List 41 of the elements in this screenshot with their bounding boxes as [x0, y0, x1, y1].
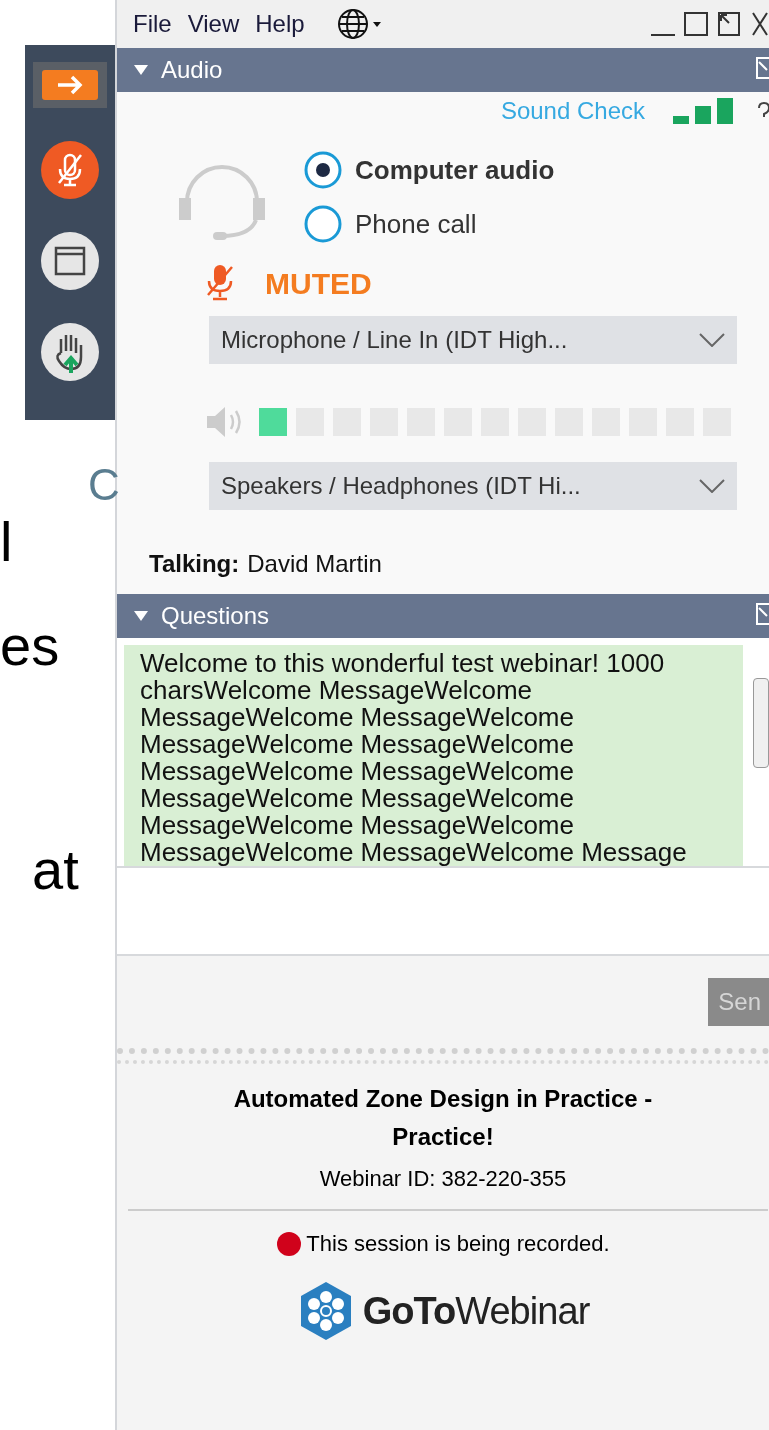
radio-option[interactable]: Phone call — [303, 204, 555, 244]
signal-bars-icon — [673, 98, 735, 124]
section-header[interactable]: Audio — [117, 48, 769, 92]
window-button[interactable] — [41, 232, 99, 290]
talking-name: David Martin — [247, 549, 382, 579]
section-title: Audio — [161, 55, 223, 85]
device-dropdown[interactable]: Speakers / Headphones (IDT Hi... — [209, 462, 737, 510]
chevron-down-icon — [699, 333, 725, 347]
menu-item[interactable]: View — [187, 6, 240, 42]
device-dropdown[interactable]: Microphone / Line In (IDT High... — [209, 316, 737, 364]
window-controls-icon[interactable] — [649, 9, 769, 39]
collapse-icon[interactable] — [133, 64, 149, 76]
logo-text: GoToWebinar — [362, 1288, 590, 1334]
slide-text: l — [0, 510, 14, 574]
globe-icon[interactable] — [336, 8, 383, 40]
muted-mic-icon — [205, 263, 235, 303]
message-bubble: Welcome to this wonderful test webinar! 1000 charsWelcome MessageWelcome MessageWelcome MessageWelcome MessageWelcome MessageWelcome MessageWelcome MessageWelcome MessageWelcome MessageWelcome MessageWelcome MessageWelcome MessageWelcome MessageWelcome Message — [124, 645, 744, 866]
menu-item[interactable]: File — [133, 6, 172, 42]
expand-button[interactable] — [33, 62, 107, 108]
section-header[interactable]: Questions — [117, 594, 769, 638]
question-input[interactable] — [117, 866, 769, 956]
radio-button[interactable] — [303, 204, 343, 244]
slide-text: es — [0, 614, 61, 678]
menu-item[interactable]: Help — [255, 6, 305, 42]
section-title: Questions — [161, 601, 270, 631]
mute-status: MUTED — [265, 265, 372, 302]
collapse-icon[interactable] — [133, 610, 149, 622]
webinar-title: Automated Zone Design in Practice - Practice! — [232, 1084, 654, 1152]
muted-mic-button[interactable] — [41, 141, 99, 199]
scrollbar[interactable] — [753, 678, 769, 768]
slide-text: at — [32, 838, 80, 902]
splitter-handle[interactable] — [117, 1048, 769, 1064]
radio-option[interactable]: Computer audio — [303, 150, 555, 190]
chevron-down-icon — [699, 479, 725, 493]
talking-label: Talking: — [149, 549, 240, 579]
raise-hand-button[interactable] — [41, 323, 99, 381]
popout-icon[interactable] — [755, 56, 769, 80]
radio-button[interactable] — [303, 150, 343, 190]
recording-notice: This session is being recorded. — [306, 1230, 610, 1258]
webinar-id: Webinar ID: 382-220-355 — [319, 1165, 567, 1193]
popout-icon[interactable] — [755, 602, 769, 626]
